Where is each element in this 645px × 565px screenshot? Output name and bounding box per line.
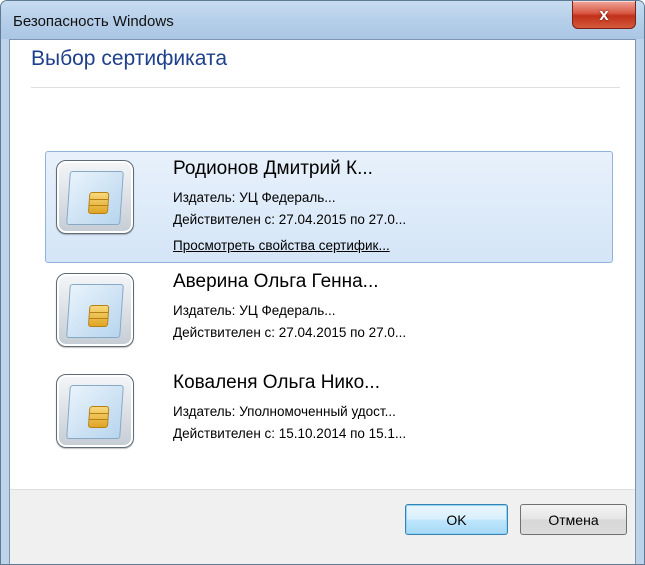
certificate-subject-name: Аверина Ольга Генна...: [173, 271, 379, 292]
certificate-issuer: Издатель: УЦ Федераль...: [173, 303, 336, 318]
certificate-validity: Действителен с: 27.04.2015 по 27.0...: [173, 212, 407, 227]
smart-card-certificate-icon: [56, 160, 134, 234]
smart-card-chip: [87, 406, 110, 428]
certificate-subject-name: Родионов Дмитрий К...: [173, 158, 373, 179]
certificate-issuer: Издатель: Уполномоченный удост...: [173, 404, 396, 419]
title-bar[interactable]: Безопасность Windows x: [1, 1, 644, 39]
smart-card-certificate-icon: [56, 374, 134, 448]
cancel-button[interactable]: Отмена: [520, 504, 627, 535]
smart-card-chip: [87, 192, 110, 214]
security-dialog-window: Безопасность Windows x Выбор сертификата…: [0, 0, 645, 565]
close-button[interactable]: x: [572, 1, 636, 29]
view-certificate-properties-link[interactable]: Просмотреть свойства сертифик...: [173, 238, 390, 253]
smart-card-shape: [66, 284, 124, 338]
certificate-validity: Действителен с: 15.10.2014 по 15.1...: [173, 426, 407, 441]
certificate-subject-name: Коваленя Ольга Нико...: [173, 372, 380, 393]
certificate-item-averina[interactable]: Аверина Ольга Генна... Издатель: УЦ Феде…: [45, 264, 613, 359]
heading-divider: [31, 87, 620, 88]
certificate-issuer: Издатель: УЦ Федераль...: [173, 190, 336, 205]
window-title: Безопасность Windows: [13, 13, 174, 30]
ok-button[interactable]: OK: [405, 504, 508, 535]
certificate-validity: Действителен с: 27.04.2015 по 27.0...: [173, 325, 407, 340]
close-icon: x: [599, 4, 609, 24]
dialog-heading: Выбор сертификата: [31, 47, 228, 70]
smart-card-shape: [66, 171, 124, 225]
certificate-item-rodionov[interactable]: Родионов Дмитрий К... Издатель: УЦ Федер…: [45, 151, 613, 263]
certificate-item-kovalenya[interactable]: Коваленя Ольга Нико... Издатель: Уполном…: [45, 365, 613, 460]
smart-card-chip: [87, 305, 110, 327]
smart-card-certificate-icon: [56, 273, 134, 347]
smart-card-shape: [66, 385, 124, 439]
